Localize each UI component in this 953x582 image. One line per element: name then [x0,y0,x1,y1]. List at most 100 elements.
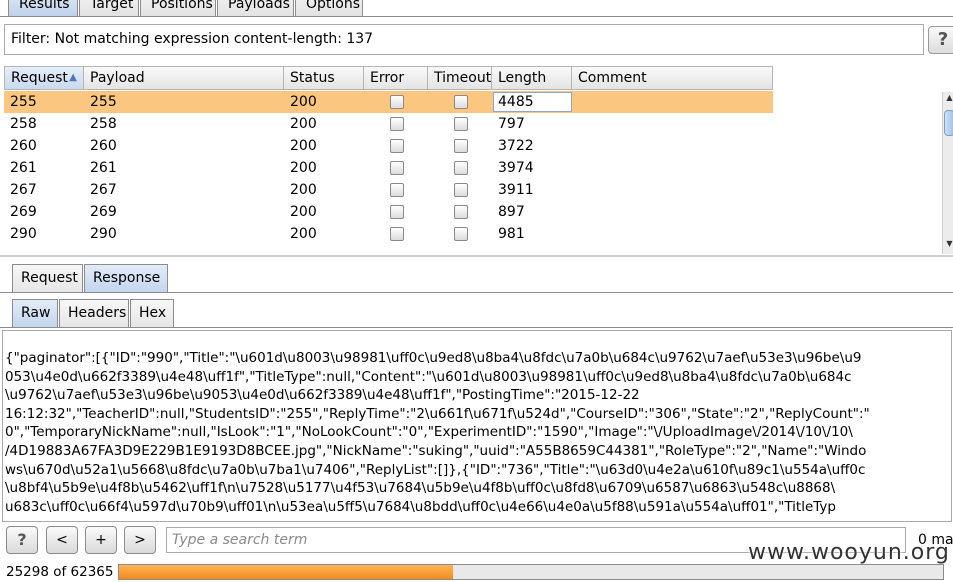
col-header-request-label: Request [11,70,68,86]
cell-status: 200 [290,94,317,110]
tab-strip-line [0,16,953,17]
timeout-checkbox[interactable] [454,205,468,219]
response-line: 0","TemporaryNickName":null,"IsLook":"1"… [5,424,853,441]
cell-length: 897 [498,204,525,220]
tab-request[interactable]: Request [12,264,83,292]
tab-hex[interactable]: Hex [130,299,174,327]
tab-positions-label: Positions [151,0,213,12]
tab-response[interactable]: Response [84,264,168,292]
response-line: \u8bf4\u5b9e\u4f8b\u5462\uff1f\n\u7528\u… [5,480,836,497]
tab-target[interactable]: Target [79,0,139,16]
col-header-status[interactable]: Status [284,66,364,90]
response-line: {"paginator":[{"ID":"990","Title":"\u601… [5,350,862,366]
view-tab-line [0,327,953,328]
chevron-left-icon: < [56,532,68,548]
tab-results[interactable]: Results [8,0,78,16]
sort-ascending-icon: ▲ [69,72,77,83]
error-checkbox[interactable] [390,117,404,131]
cell-length: 3722 [498,138,534,154]
col-header-error-label: Error [370,70,405,86]
col-header-length[interactable]: Length [492,66,572,90]
help-icon: ? [937,29,949,50]
filter-bar[interactable]: Filter: Not matching expression content-… [4,24,924,55]
cell-payload: 258 [90,116,117,132]
table-row[interactable]: 269 269 200 897 [4,201,773,223]
error-checkbox[interactable] [390,161,404,175]
table-row[interactable]: 261 261 200 3974 [4,157,773,179]
cell-request: 267 [10,182,37,198]
cell-payload: 290 [90,226,117,242]
tab-options[interactable]: Options [295,0,363,16]
scroll-down-icon[interactable]: ▼ [943,238,953,250]
table-row[interactable]: 290 290 200 981 [4,223,773,245]
table-row[interactable]: 260 260 200 3722 [4,135,773,157]
tab-headers-label: Headers [68,305,127,321]
error-checkbox[interactable] [390,139,404,153]
cell-status: 200 [290,182,317,198]
error-checkbox[interactable] [390,95,404,109]
cell-request: 260 [10,138,37,154]
tab-headers[interactable]: Headers [59,299,129,327]
cell-payload: 255 [90,94,117,110]
tab-raw[interactable]: Raw [12,299,58,327]
response-body[interactable]: {"paginator":[{"ID":"990","Title":"\u601… [2,330,952,522]
split-divider[interactable] [0,255,953,257]
col-header-status-label: Status [290,70,335,86]
timeout-checkbox[interactable] [454,117,468,131]
table-scrollbar[interactable]: ▲ ▼ [942,92,953,254]
timeout-checkbox[interactable] [454,183,468,197]
cell-length: 797 [498,116,525,132]
col-header-payload-label: Payload [90,70,145,86]
response-line: 16:12:32","TeacherID":null,"StudentsID":… [5,405,870,422]
table-row[interactable]: 258 258 200 797 [4,113,773,135]
table-row[interactable]: 255 255 200 4485 [4,91,773,113]
tab-hex-label: Hex [139,305,167,321]
timeout-checkbox[interactable] [454,227,468,241]
search-prev-button[interactable]: < [46,526,78,554]
col-header-error[interactable]: Error [364,66,428,90]
cell-length: 3974 [498,160,534,176]
watermark: www.wooyun.org [748,540,950,565]
timeout-checkbox[interactable] [454,95,468,109]
response-line: /4D19883A67FA3D9E229B1E9193D8BCEE.jpg","… [5,442,867,459]
tab-results-label: Results [19,0,70,12]
tab-request-label: Request [21,270,78,286]
response-line: 053\u4e0d\u662f3389\u4e48\uff1f","TitleT… [5,368,852,385]
col-header-payload[interactable]: Payload [84,66,284,90]
search-add-button[interactable]: + [85,526,117,554]
scroll-thumb[interactable] [944,110,953,136]
cell-payload: 261 [90,160,117,176]
tab-payloads[interactable]: Payloads [217,0,294,16]
cell-request: 269 [10,204,37,220]
response-line: ws\u670d\u52a1\u5668\u8fdc\u7a0b\u7ba1\u… [5,461,866,478]
col-header-timeout[interactable]: Timeout [428,66,492,90]
error-checkbox[interactable] [390,183,404,197]
response-line: \u9762\u7aef\u53e3\u96be\u9053\u4e0d\u66… [5,387,640,404]
cell-length: 4485 [498,94,534,110]
cell-payload: 267 [90,182,117,198]
help-icon: ? [17,530,27,549]
cell-status: 200 [290,204,317,220]
tab-target-label: Target [90,0,134,12]
search-help-button[interactable]: ? [6,526,38,554]
request-counter: 25298 of 62365 [6,564,114,580]
tab-raw-label: Raw [21,305,51,321]
req-resp-tab-line [0,292,953,293]
col-header-comment[interactable]: Comment [572,66,773,90]
error-checkbox[interactable] [390,205,404,219]
col-header-timeout-label: Timeout [434,70,492,86]
timeout-checkbox[interactable] [454,139,468,153]
results-table: Request ▲ Payload Status Error Timeout L… [4,66,944,254]
table-row[interactable]: 267 267 200 3911 [4,179,773,201]
cell-request: 290 [10,226,37,242]
timeout-checkbox[interactable] [454,161,468,175]
filter-help-button[interactable]: ? [928,26,953,54]
search-next-button[interactable]: > [124,526,156,554]
scroll-up-icon[interactable]: ▲ [943,92,953,104]
plus-icon: + [95,532,107,548]
col-header-comment-label: Comment [578,70,647,86]
col-header-request[interactable]: Request ▲ [4,66,84,90]
error-checkbox[interactable] [390,227,404,241]
cell-length: 981 [498,226,525,242]
tab-positions[interactable]: Positions [140,0,216,16]
